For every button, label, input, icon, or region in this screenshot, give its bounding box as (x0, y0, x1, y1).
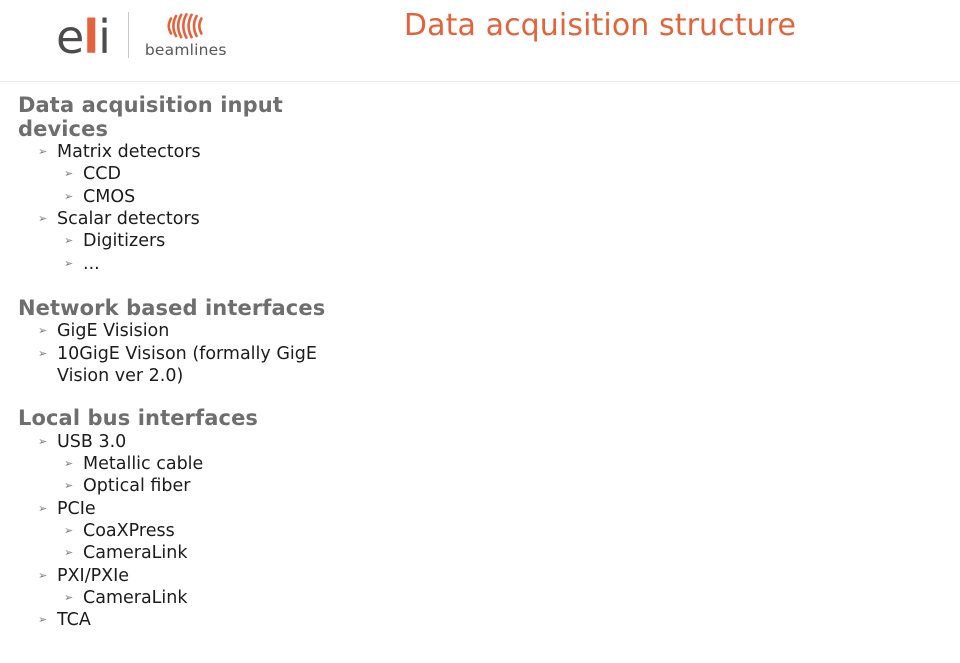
bullet-arrow-icon: ➢ (64, 457, 74, 471)
list-item-label: PCIe (57, 498, 96, 519)
list-item: ➢ Optical fiber (64, 475, 363, 497)
bullet-arrow-icon: ➢ (38, 211, 48, 225)
list-item: ➢ 10GigE Visison (formally GigE Vision ve… (38, 343, 349, 388)
bullet-arrow-icon: ➢ (64, 167, 74, 181)
list-item-label: CameraLink (83, 543, 188, 564)
list-item: ➢ USB 3.0 (38, 431, 349, 453)
list-item-label: ... (83, 253, 100, 274)
bullet-list: ➢ Matrix detectors ➢ CCD ➢ CMOS ➢ Scalar det… (0, 141, 960, 275)
list-item-label: CCD (83, 164, 121, 185)
list-item-label: CMOS (83, 186, 136, 207)
bullet-arrow-icon: ➢ (64, 256, 74, 270)
list-item-label: GigE Visision (57, 321, 170, 342)
bullet-list: ➢ USB 3.0 ➢ Metallic cable ➢ Optical fiber … (0, 431, 960, 632)
list-item-label: Metallic cable (83, 454, 204, 475)
bullet-list: ➢ GigE Visision ➢ 10GigE Visison (formally… (0, 320, 960, 387)
bullet-arrow-icon: ➢ (64, 234, 74, 248)
section-network-based-interfaces: Network based interfaces ➢ GigE Visision … (0, 275, 960, 387)
slide-content: Data acquisition input devices ➢ Matrix d… (0, 81, 960, 631)
list-item: ➢ CameraLink (64, 542, 363, 564)
bullet-arrow-icon: ➢ (64, 479, 74, 493)
section-heading: Local bus interfaces (18, 406, 259, 431)
list-item: ➢... (64, 253, 363, 275)
list-item: ➢ Scalar detectors (38, 208, 349, 230)
bullet-arrow-icon: ➢ (38, 501, 48, 515)
list-item: ➢ Metallic cable (64, 453, 363, 475)
list-item-label: 10GigE Visison (formally GigE Vision ver… (57, 343, 317, 386)
list-item-label: Matrix detectors (57, 142, 201, 163)
section-heading: Data acquisition input devices (18, 93, 283, 141)
section-local-bus-interfaces: Local bus interfaces ➢ USB 3.0 ➢ Metallic … (0, 387, 960, 631)
list-item: ➢ CMOS (64, 186, 363, 208)
bullet-arrow-icon: ➢ (64, 523, 74, 537)
bullet-arrow-icon: ➢ (38, 346, 48, 360)
list-item: ➢ PXI/PXIe (38, 565, 349, 587)
list-item: ➢ Digitizers (64, 230, 363, 252)
list-item-label: CoaXPress (83, 520, 175, 541)
list-item: ➢ TCA (38, 609, 349, 631)
bullet-arrow-icon: ➢ (38, 324, 48, 338)
list-item-label: PXI/PXIe (57, 565, 130, 586)
bullet-arrow-icon: ➢ (64, 189, 74, 203)
beamlines-label: beamlines (144, 41, 227, 60)
bullet-arrow-icon: ➢ (38, 568, 48, 582)
list-item-label: TCA (57, 610, 91, 631)
presentation-slide: eli beamlines Data acquisition structure… (0, 0, 960, 663)
list-item-label: Scalar detectors (57, 208, 200, 229)
list-item-label: Optical fiber (83, 476, 191, 497)
section-heading: Network based interfaces (18, 295, 326, 320)
list-item: ➢ CoaXPress (64, 520, 363, 542)
bullet-arrow-icon: ➢ (64, 590, 74, 604)
bullet-arrow-icon: ➢ (38, 613, 48, 627)
bullet-arrow-icon: ➢ (38, 145, 48, 159)
list-item: ➢ GigE Visision (38, 320, 349, 342)
section-data-acquisition-input-devices: Data acquisition input devices ➢ Matrix d… (0, 81, 960, 275)
list-item-label: CameraLink (83, 587, 188, 608)
slide-title: Data acquisition structure (403, 8, 797, 43)
list-item-label: USB 3.0 (57, 431, 127, 452)
list-item-label: Digitizers (83, 231, 166, 252)
slide-header: eli beamlines Data acquisition structure (0, 0, 960, 82)
list-item: ➢ Matrix detectors (38, 141, 349, 163)
list-item: ➢ PCIe (38, 498, 349, 520)
bullet-arrow-icon: ➢ (64, 546, 74, 560)
list-item: ➢ CameraLink (64, 587, 363, 609)
list-item: ➢ CCD (64, 163, 363, 185)
bullet-arrow-icon: ➢ (38, 434, 48, 448)
